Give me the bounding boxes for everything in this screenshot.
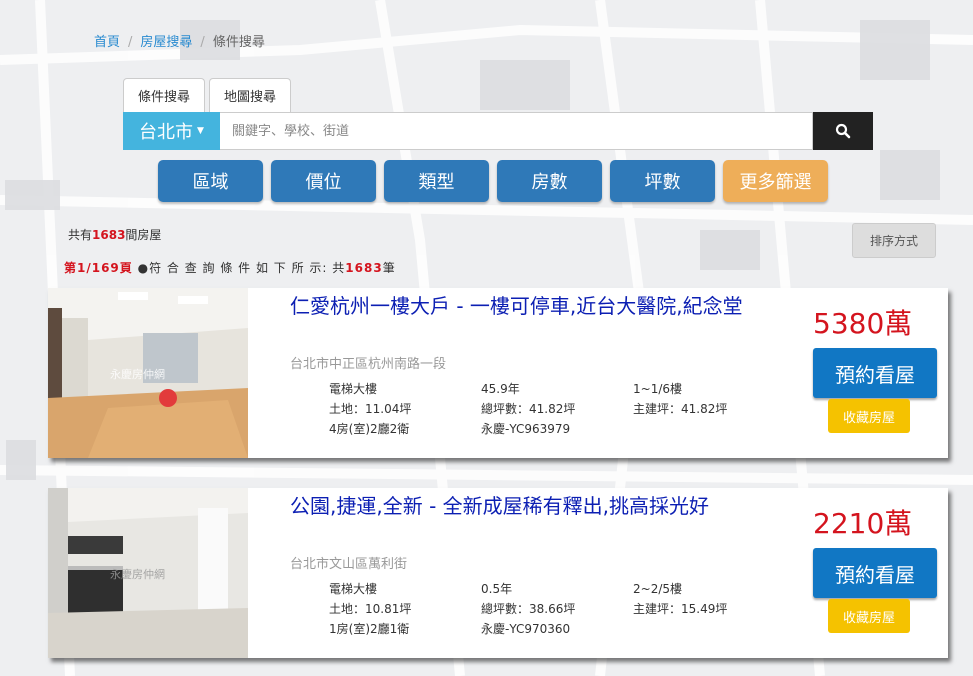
filter-area-button[interactable]: 區域	[158, 160, 263, 202]
breadcrumb-home[interactable]: 首頁	[94, 35, 120, 50]
page-text: ●符 合 查 詢 條 件 如 下 所 示: 共	[137, 261, 346, 275]
sort-button[interactable]: 排序方式	[852, 223, 936, 258]
spec-layout: 1房(室)2廳1衛	[329, 622, 410, 636]
spec-land: 土地：11.04坪	[329, 402, 412, 416]
total-suffix: 間房屋	[125, 228, 162, 242]
total-prefix: 共有	[68, 228, 93, 242]
breadcrumb-current: 條件搜尋	[212, 35, 265, 50]
more-filters-button[interactable]: 更多篩選	[723, 160, 828, 202]
breadcrumb-separator: /	[128, 35, 133, 50]
search-icon	[835, 123, 851, 139]
listing-title[interactable]: 公園,捷運,全新 - 全新成屋稀有釋出,挑高採光好	[290, 494, 790, 519]
spec-land: 土地：10.81坪	[329, 602, 412, 616]
spec-building-type: 電梯大樓	[329, 582, 378, 596]
page-info: 第1/169頁 ●符 合 查 詢 條 件 如 下 所 示: 共1683筆	[64, 259, 396, 276]
search-input[interactable]	[220, 112, 813, 150]
listing-photo[interactable]: 永慶房仲網	[48, 488, 248, 658]
page: 首頁 / 房屋搜尋 / 條件搜尋 條件搜尋 地圖搜尋 台北市▼ 區域 價位 類型 房數 …	[0, 0, 973, 676]
search-bar: 台北市 ▼	[123, 112, 873, 150]
filter-price-button[interactable]: 價位	[271, 160, 376, 202]
spec-layout: 4房(室)2廳2衛	[329, 422, 410, 436]
breadcrumb: 首頁 / 房屋搜尋 / 條件搜尋	[94, 31, 265, 50]
search-button[interactable]	[813, 112, 873, 150]
listing-specs: 電梯大樓 0.5年 2~2/5樓 土地：10.81坪 總坪數：38.66坪 主建…	[329, 580, 799, 638]
listing-title[interactable]: 仁愛杭州一樓大戶 - 一樓可停車,近台大醫院,紀念堂	[290, 294, 790, 319]
filter-type-button[interactable]: 類型	[384, 160, 489, 202]
spec-total-area: 總坪數：41.82坪	[481, 402, 576, 416]
page-unit: 筆	[382, 261, 396, 275]
favorite-button[interactable]: 收藏房屋	[828, 399, 910, 433]
filter-size-button[interactable]: 坪數	[610, 160, 715, 202]
photo-watermark: 永慶房仲網	[110, 367, 165, 381]
breadcrumb-separator: /	[200, 35, 205, 50]
spec-total-area: 總坪數：38.66坪	[481, 602, 576, 616]
favorite-button[interactable]: 收藏房屋	[828, 599, 910, 633]
listing-specs: 電梯大樓 45.9年 1~1/6樓 土地：11.04坪 總坪數：41.82坪 主…	[329, 380, 799, 438]
spec-id: 永慶-YC970360	[481, 622, 571, 636]
spec-id: 永慶-YC963979	[481, 422, 571, 436]
listing-address: 台北市中正區杭州南路一段	[290, 357, 447, 372]
spec-main-area: 主建坪：15.49坪	[633, 602, 728, 616]
city-dropdown[interactable]: 台北市 ▼	[123, 112, 220, 150]
book-viewing-button[interactable]: 預約看屋	[813, 348, 937, 398]
spec-age: 0.5年	[481, 582, 513, 596]
listing-photo[interactable]: 永慶房仲網	[48, 288, 248, 458]
spec-age: 45.9年	[481, 382, 520, 396]
photo-watermark: 永慶房仲網	[110, 567, 165, 581]
tab-map-search[interactable]: 地圖搜尋	[209, 78, 291, 112]
listing-card: 永慶房仲網 公園,捷運,全新 - 全新成屋稀有釋出,挑高採光好 台北市文山區萬利…	[48, 488, 948, 658]
page-number: 第1/169頁	[64, 261, 133, 275]
listing-address: 台北市文山區萬利街	[290, 557, 408, 572]
total-number: 1683	[92, 228, 126, 242]
book-viewing-button[interactable]: 預約看屋	[813, 548, 937, 598]
city-label: 台北市	[139, 122, 194, 143]
listing-price: 2210萬	[813, 507, 913, 540]
breadcrumb-house-search[interactable]: 房屋搜尋	[140, 35, 192, 50]
listing-price: 5380萬	[813, 307, 913, 340]
tab-condition-search[interactable]: 條件搜尋	[123, 78, 205, 112]
spec-main-area: 主建坪：41.82坪	[633, 402, 728, 416]
spec-floor: 2~2/5樓	[633, 582, 683, 596]
total-count: 共有1683間房屋	[68, 226, 161, 243]
spec-floor: 1~1/6樓	[633, 382, 683, 396]
page-count: 1683	[345, 261, 383, 275]
spec-building-type: 電梯大樓	[329, 382, 378, 396]
filter-rooms-button[interactable]: 房數	[497, 160, 602, 202]
filter-bar: 區域 價位 類型 房數 坪數 更多篩選	[158, 160, 828, 202]
caret-down-icon: ▼	[197, 126, 204, 136]
listing-card: 永慶房仲網 仁愛杭州一樓大戶 - 一樓可停車,近台大醫院,紀念堂 台北市中正區杭…	[48, 288, 948, 458]
